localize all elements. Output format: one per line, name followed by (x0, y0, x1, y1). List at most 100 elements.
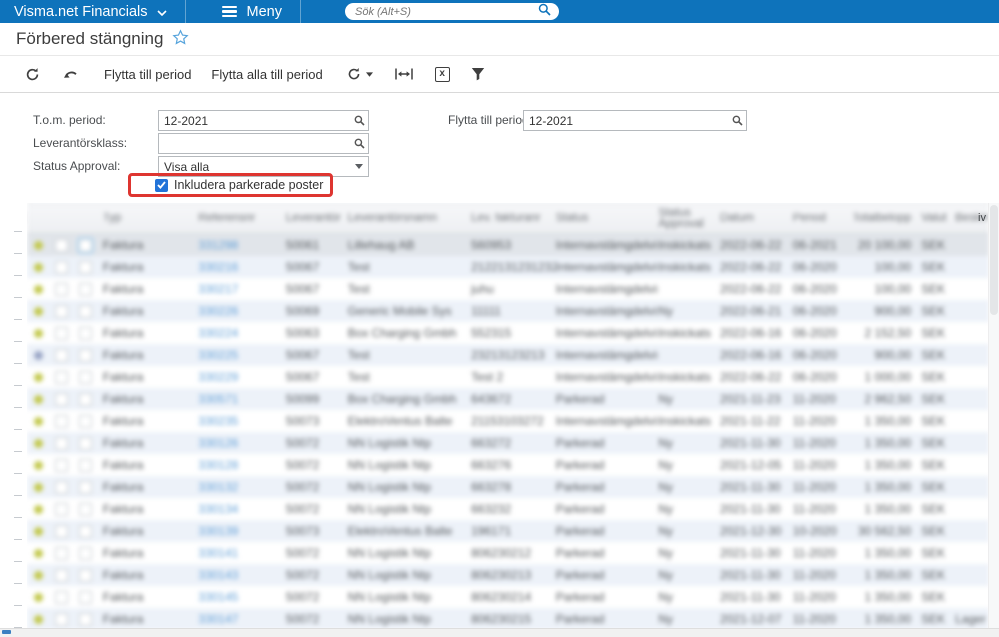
row-checkbox[interactable] (55, 459, 68, 472)
row-checkbox[interactable] (79, 239, 92, 252)
row-checkbox[interactable] (55, 393, 68, 406)
table-row[interactable]: Faktura33022950067TestTest 2Internavstäm… (27, 366, 989, 388)
reference-link[interactable]: 330145 (198, 590, 238, 604)
table-row[interactable]: Faktura33022450063Box Charging Gmbh55231… (27, 322, 989, 344)
reference-link[interactable]: 330141 (198, 546, 238, 560)
column-header-status[interactable]: Status (556, 213, 659, 224)
lookup-icon[interactable] (350, 115, 368, 126)
table-row[interactable]: Faktura33014750072NN Logistik Ntp8062302… (27, 608, 989, 628)
table-row[interactable]: Faktura33013250072NN Logistik Ntp663278P… (27, 476, 989, 498)
reference-link[interactable]: 330224 (198, 326, 238, 340)
filter-icon[interactable] (471, 67, 485, 81)
column-header-ref[interactable]: Referensnr (198, 213, 286, 224)
horizontal-scrollbar-thumb[interactable] (2, 630, 11, 634)
lookup-icon[interactable] (350, 138, 368, 149)
column-header-valuta[interactable]: Valuta (911, 213, 947, 224)
row-checkbox[interactable] (55, 481, 68, 494)
undo-icon[interactable] (63, 68, 80, 81)
reference-link[interactable]: 330229 (198, 370, 238, 384)
table-row[interactable]: Faktura33129850061Lillehaug AB560953Inte… (27, 234, 989, 256)
reference-link[interactable]: 330225 (198, 348, 238, 362)
table-row[interactable]: Faktura33022550067Test23213123213Interna… (27, 344, 989, 366)
row-checkbox[interactable] (79, 437, 92, 450)
refresh-options-button[interactable] (347, 67, 373, 81)
row-checkbox[interactable] (55, 283, 68, 296)
row-checkbox[interactable] (79, 327, 92, 340)
row-checkbox[interactable] (79, 415, 92, 428)
column-header-belopp[interactable]: Totalbelopp (850, 213, 912, 224)
include-parked-checkbox[interactable] (155, 179, 168, 192)
row-checkbox[interactable] (79, 613, 92, 626)
reference-link[interactable]: 330143 (198, 568, 238, 582)
reference-link[interactable]: 331298 (198, 238, 238, 252)
reference-link[interactable]: 330147 (198, 612, 238, 626)
refresh-icon[interactable] (25, 67, 40, 82)
row-checkbox[interactable] (79, 525, 92, 538)
reference-link[interactable]: 330139 (198, 524, 238, 538)
column-header-fakt[interactable]: Lev. fakturanr (471, 213, 556, 224)
row-checkbox[interactable] (79, 481, 92, 494)
favorite-star-icon[interactable] (172, 29, 189, 51)
column-header-name[interactable]: Leverantörsnamn (348, 213, 471, 224)
table-row[interactable]: Faktura33014550072NN Logistik Ntp8062302… (27, 586, 989, 608)
row-checkbox[interactable] (55, 525, 68, 538)
row-checkbox[interactable] (79, 283, 92, 296)
row-checkbox[interactable] (55, 437, 68, 450)
move-all-to-period-button[interactable]: Flytta alla till period (211, 67, 322, 82)
menu-button[interactable]: Meny (222, 4, 282, 20)
row-checkbox[interactable] (55, 503, 68, 516)
row-checkbox[interactable] (79, 261, 92, 274)
reference-link[interactable]: 330132 (198, 480, 238, 494)
row-checkbox[interactable] (55, 239, 68, 252)
row-checkbox[interactable] (55, 547, 68, 560)
row-checkbox[interactable] (55, 569, 68, 582)
column-header-datum[interactable]: Datum (720, 213, 793, 224)
reference-link[interactable]: 330217 (198, 282, 238, 296)
app-switcher[interactable]: Visma.net Financials (14, 4, 167, 20)
row-checkbox[interactable] (79, 547, 92, 560)
row-checkbox[interactable] (79, 393, 92, 406)
table-row[interactable]: Faktura33057150099Box Charging Gmbh64367… (27, 388, 989, 410)
focused-checkbox-cell[interactable] (77, 237, 94, 254)
search-input[interactable] (353, 5, 538, 19)
table-row[interactable]: Faktura33023550073ElektroVentus Balte211… (27, 410, 989, 432)
reference-link[interactable]: 330235 (198, 414, 238, 428)
reference-link[interactable]: 330126 (198, 436, 238, 450)
row-checkbox[interactable] (79, 349, 92, 362)
table-row[interactable]: Faktura33021750067TestjuhuInternavstämgd… (27, 278, 989, 300)
reference-link[interactable]: 330128 (198, 458, 238, 472)
reference-link[interactable]: 330226 (198, 304, 238, 318)
row-checkbox[interactable] (55, 591, 68, 604)
export-excel-icon[interactable]: x (435, 67, 450, 82)
row-checkbox[interactable] (79, 569, 92, 582)
lookup-icon[interactable] (728, 115, 746, 126)
leverantorsklass-input[interactable] (159, 136, 350, 152)
row-checkbox[interactable] (79, 591, 92, 604)
row-checkbox[interactable] (55, 415, 68, 428)
row-checkbox[interactable] (79, 371, 92, 384)
column-header-appr[interactable]: Status Approval (658, 208, 720, 230)
row-checkbox[interactable] (79, 305, 92, 318)
row-checkbox[interactable] (55, 371, 68, 384)
vertical-scrollbar[interactable] (988, 203, 999, 628)
table-row[interactable]: Faktura33013950073ElektroVentus Balte196… (27, 520, 989, 542)
reference-link[interactable]: 330134 (198, 502, 238, 516)
move-to-period-button[interactable]: Flytta till period (104, 67, 191, 82)
column-header-period[interactable]: Period (793, 213, 850, 224)
row-checkbox[interactable] (55, 327, 68, 340)
table-row[interactable]: Faktura33012850072NN Logistik Ntp663276P… (27, 454, 989, 476)
row-checkbox[interactable] (55, 261, 68, 274)
table-row[interactable]: Faktura33012650072NN Logistik Ntp663272P… (27, 432, 989, 454)
fit-width-icon[interactable] (395, 68, 413, 80)
search-icon[interactable] (538, 3, 551, 21)
table-row[interactable]: Faktura33013450072NN Logistik Ntp663232P… (27, 498, 989, 520)
tom-period-input[interactable] (159, 113, 350, 129)
row-checkbox[interactable] (55, 613, 68, 626)
row-checkbox[interactable] (55, 349, 68, 362)
row-checkbox[interactable] (79, 459, 92, 472)
row-checkbox[interactable] (79, 503, 92, 516)
scrollbar-thumb[interactable] (990, 205, 998, 315)
table-row[interactable]: Faktura33014350072NN Logistik Ntp8062302… (27, 564, 989, 586)
reference-link[interactable]: 330571 (198, 392, 238, 406)
table-row[interactable]: Faktura33021650067Test2122131231232Inter… (27, 256, 989, 278)
